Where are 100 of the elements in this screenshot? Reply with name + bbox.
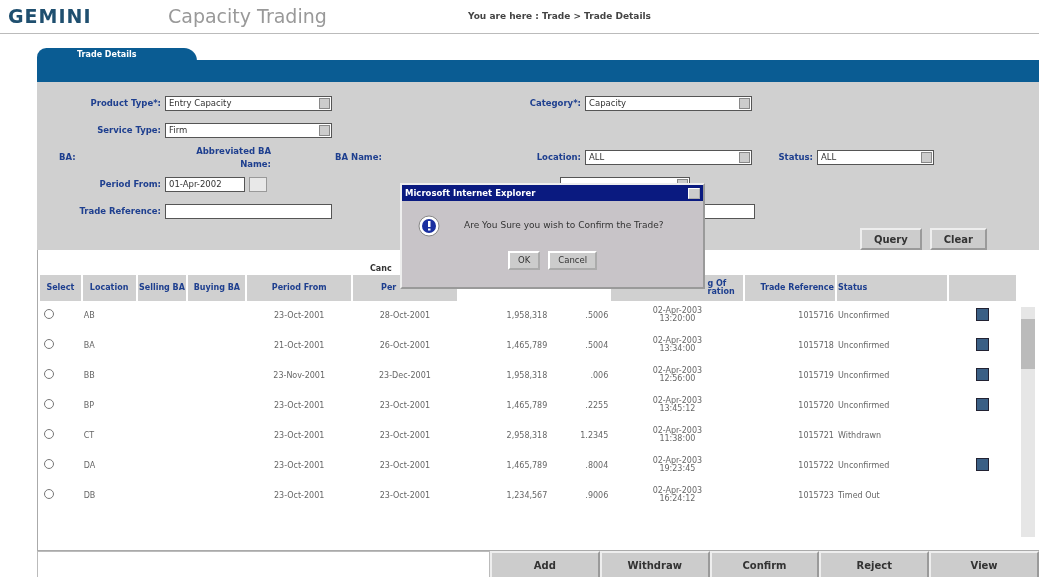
table-cell: 02-Apr-2003 11:38:00	[652, 427, 703, 443]
action-button[interactable]: Confirm	[709, 551, 820, 577]
form-button[interactable]: Query	[859, 228, 922, 250]
document-icon[interactable]	[975, 457, 989, 471]
table-cell-text: 1,234,567	[505, 490, 549, 502]
document-icon[interactable]	[975, 397, 989, 411]
table-cell-text: 1,465,789	[505, 400, 549, 412]
table-cell-text: Timed Out	[836, 490, 881, 502]
column-header: Select	[46, 284, 75, 292]
dialog-button[interactable]: OK	[507, 251, 541, 270]
table-cell-text: BP	[82, 400, 95, 412]
column-header: Status	[837, 284, 868, 292]
table-cell-text: 1015721	[797, 430, 835, 442]
table-cell-text: BA	[82, 340, 96, 352]
radio-button[interactable]	[44, 459, 54, 469]
radio-button[interactable]	[44, 369, 54, 379]
table-cell-text: BB	[82, 370, 96, 382]
table-cell-text: 23-Oct-2001	[378, 400, 432, 412]
table-cell-text: 2,958,318	[505, 430, 549, 442]
table-cell-text: 1,958,318	[505, 370, 549, 382]
field-label: BA Name:	[335, 151, 383, 164]
input-field[interactable]	[165, 204, 332, 219]
field-label: Abbreviated BA Name:	[195, 144, 272, 171]
field-label: Category*:	[528, 97, 582, 110]
table-cell: 02-Apr-2003 16:24:12	[652, 487, 703, 503]
scrollbar[interactable]	[1021, 307, 1035, 537]
dialog-button[interactable]: Cancel	[548, 251, 598, 270]
radio-button[interactable]	[44, 429, 54, 439]
column-header: Trade Reference	[760, 284, 834, 292]
table-cell-text: 23-Oct-2001	[273, 430, 326, 442]
action-button[interactable]: Reject	[819, 551, 930, 577]
table-cell: 02-Apr-2003 12:56:00	[652, 367, 703, 383]
dialog-message: Are You Sure you wish to Confirm the Trade?	[464, 219, 664, 233]
action-button[interactable]: Withdraw	[599, 551, 710, 577]
table-cell-text: 21-Oct-2001	[273, 340, 326, 352]
table-cell-text: 23-Nov-2001	[272, 370, 327, 382]
table-cell-text: Withdrawn	[836, 430, 882, 442]
table-cell-text: CT	[82, 430, 96, 442]
field-label: Location:	[535, 151, 582, 164]
table-cell-text: Unconfirmed	[836, 460, 891, 472]
table-cell-text: .5004	[584, 340, 610, 352]
tab[interactable]: Trade Details	[37, 48, 197, 61]
table-cell: 02-Apr-2003 19:23:45	[652, 457, 703, 473]
table-cell-text: 23-Oct-2001	[273, 400, 326, 412]
dropdown[interactable]: ALL	[817, 150, 934, 165]
table-cell-text: 1,958,318	[505, 310, 549, 322]
header-cell	[948, 275, 1016, 301]
table-cell-text: 1015719	[797, 370, 835, 382]
dropdown[interactable]: Firm	[165, 123, 332, 138]
column-header: Buying BA	[193, 284, 240, 292]
table-cell-text: 1015723	[797, 490, 835, 502]
table-cell-text: DB	[82, 490, 97, 502]
table-cell-text: 1.2345	[579, 430, 610, 442]
action-button[interactable]: View	[929, 551, 1039, 577]
field-label: Service Type:	[96, 124, 162, 137]
table-cell-text: 23-Dec-2001	[378, 370, 432, 382]
table-cell-text: 28-Oct-2001	[378, 310, 432, 322]
table-cell-text: 1,465,789	[505, 460, 549, 472]
dialog-title: Microsoft Internet Explorer	[405, 186, 536, 200]
table-cell-text: 23-Oct-2001	[273, 460, 326, 472]
table-cell: 02-Apr-2003 13:20:00	[652, 307, 703, 323]
table-cell-text: .2255	[584, 400, 610, 412]
field-label: BA:	[58, 151, 77, 164]
table-cell-text: 1015722	[797, 460, 835, 472]
dropdown[interactable]: ALL	[585, 150, 752, 165]
document-icon[interactable]	[975, 337, 989, 351]
column-header: Selling BA	[139, 284, 185, 292]
column-header: Period From	[271, 284, 327, 292]
logo: GEMINI	[8, 4, 93, 30]
table-cell-text: Unconfirmed	[836, 400, 891, 412]
date-field[interactable]: 01-Apr-2002	[165, 177, 245, 192]
table-cell-text: 26-Oct-2001	[378, 340, 432, 352]
table-cell-text: .9006	[584, 490, 610, 502]
field-label: Product Type*:	[89, 97, 162, 110]
document-icon[interactable]	[975, 307, 989, 321]
dropdown[interactable]: Capacity	[585, 96, 752, 111]
table-cell-text: Unconfirmed	[836, 340, 891, 352]
action-button[interactable]: Add	[490, 551, 600, 577]
dropdown[interactable]: Entry Capacity	[165, 96, 332, 111]
table-cell-text: 1,465,789	[505, 340, 549, 352]
form-button[interactable]: Clear	[929, 228, 987, 250]
table-cell-text: AB	[82, 310, 96, 322]
breadcrumb: You are here : Trade > Trade Details	[468, 9, 651, 23]
field-label: Period From:	[98, 178, 162, 191]
column-header: g Of ration	[707, 280, 736, 296]
radio-button[interactable]	[44, 309, 54, 319]
table-cell-text: Unconfirmed	[836, 310, 891, 322]
table-cell-text: Unconfirmed	[836, 370, 891, 382]
radio-button[interactable]	[44, 399, 54, 409]
table-cell-text: 1015718	[797, 340, 835, 352]
close-icon[interactable]	[688, 187, 700, 199]
radio-button[interactable]	[44, 339, 54, 349]
column-header: Per	[381, 284, 397, 292]
table-cell-text: 1015716	[797, 310, 835, 322]
field-label: Trade Reference:	[78, 205, 162, 218]
radio-button[interactable]	[44, 489, 54, 499]
table-cell-text: 23-Oct-2001	[378, 460, 432, 472]
document-icon[interactable]	[975, 367, 989, 381]
calendar-icon[interactable]	[249, 177, 267, 192]
table-cell: 02-Apr-2003 13:34:00	[652, 337, 703, 353]
